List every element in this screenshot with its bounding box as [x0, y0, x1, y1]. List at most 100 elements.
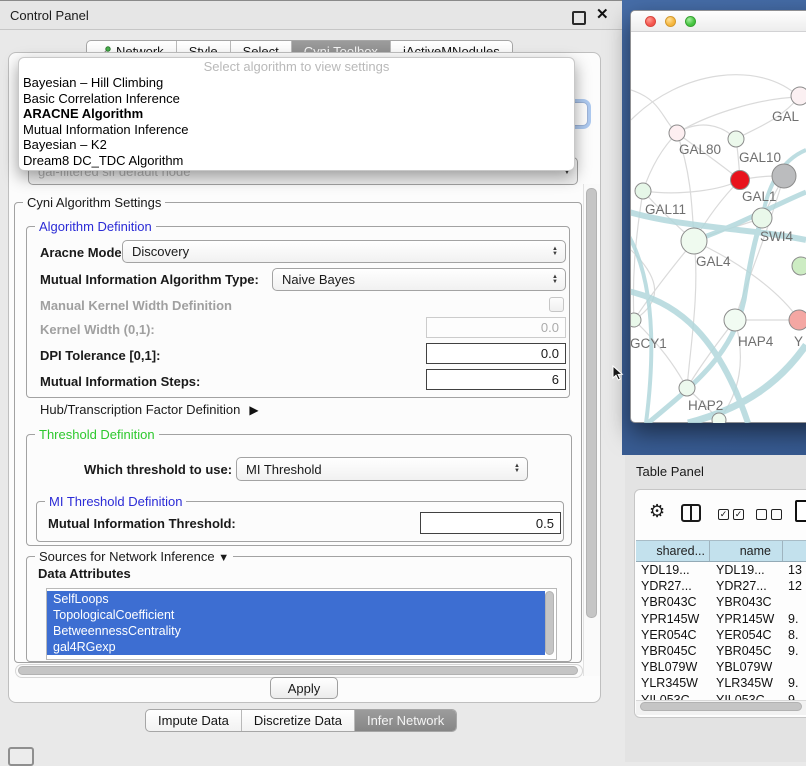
table-row[interactable]: YBL079W YBL079W	[636, 659, 806, 675]
column-header-partial[interactable]	[783, 541, 806, 561]
checked-checkbox-icon[interactable]: ✓	[733, 509, 744, 520]
table-row[interactable]: YLR345W YLR345W 9.	[636, 675, 806, 691]
cell-name: YBR045C	[711, 644, 783, 658]
cell-shared-name: YPR145W	[636, 612, 711, 626]
data-attributes-list[interactable]: SelfLoops TopologicalCoefficient Between…	[46, 588, 557, 660]
dropdown-item-basic-correlation[interactable]: Basic Correlation Inference	[19, 91, 574, 107]
mi-steps-field[interactable]: 6	[426, 369, 566, 390]
manual-kernel-width-label: Manual Kernel Width Definition	[40, 298, 232, 313]
manual-kernel-width-checkbox[interactable]	[549, 297, 564, 312]
cell-value: 9.	[783, 676, 806, 690]
list-item-topologicalcoefficient[interactable]: TopologicalCoefficient	[47, 607, 545, 623]
node-hap2[interactable]	[679, 380, 695, 396]
table-row[interactable]: YDR27... YDR27... 12	[636, 578, 806, 594]
sources-group-title: Sources for Network Inference ▼	[35, 549, 233, 566]
node-label: SWI4	[760, 229, 793, 244]
list-vertical-scrollbar[interactable]	[545, 591, 554, 655]
table-row[interactable]: YPR145W YPR145W 9.	[636, 611, 806, 627]
node-gray[interactable]	[772, 164, 796, 188]
node-gal1[interactable]	[731, 171, 750, 190]
cell-name: YDL19...	[711, 563, 783, 577]
checked-checkbox-icon[interactable]: ✓	[718, 509, 729, 520]
cell-value: 9.	[783, 612, 806, 626]
hub-definition-section[interactable]: Hub/Transcription Factor Definition ▶	[40, 402, 259, 417]
node-gal4[interactable]	[681, 228, 707, 254]
cell-shared-name: YDL19...	[636, 563, 711, 577]
node-gal80[interactable]	[669, 125, 685, 141]
network-window-titlebar[interactable]	[631, 11, 806, 32]
cell-shared-name: YBR043C	[636, 595, 711, 609]
node-label: GAL1	[742, 189, 777, 204]
mi-threshold-label: Mutual Information Threshold:	[48, 516, 236, 531]
sources-title-text: Sources for Network Inference	[39, 549, 215, 564]
list-item-gal4rgexp[interactable]: gal4RGexp	[47, 639, 545, 655]
table-row[interactable]: YDL19... YDL19... 13	[636, 562, 806, 578]
mi-threshold-field[interactable]: 0.5	[420, 512, 561, 534]
column-header-name[interactable]: name	[710, 541, 783, 561]
table-row[interactable]: YBR045C YBR045C 9.	[636, 643, 806, 659]
node-gal-top[interactable]	[791, 87, 806, 105]
minimized-panel-icon[interactable]	[8, 747, 34, 766]
table-body[interactable]: YDL19... YDL19... 13 YDR27... YDR27... 1…	[636, 562, 806, 700]
cyni-bottom-tabbar: Impute Data Discretize Data Infer Networ…	[145, 709, 457, 732]
table-hscroll-thumb[interactable]	[640, 702, 802, 711]
node-label: GAL10	[739, 150, 781, 165]
dropdown-item-dream8[interactable]: Dream8 DC_TDC Algorithm	[19, 153, 574, 169]
aracne-mode-combo[interactable]: Discovery ▲▼	[122, 240, 566, 263]
minimize-traffic-icon[interactable]	[665, 16, 676, 27]
unchecked-checkbox-icon[interactable]	[756, 509, 767, 520]
table-row[interactable]: YBR043C YBR043C	[636, 594, 806, 610]
dropdown-item-bayesian-hill-climbing[interactable]: Bayesian – Hill Climbing	[19, 75, 574, 91]
settings-vscroll-thumb[interactable]	[586, 188, 597, 618]
dropdown-item-aracne[interactable]: ARACNE Algorithm	[19, 106, 574, 122]
node-swi4[interactable]	[752, 208, 772, 228]
apply-button[interactable]: Apply	[270, 677, 338, 699]
dropdown-item-bayesian-k2[interactable]: Bayesian – K2	[19, 137, 574, 153]
node-bottom-partial[interactable]	[712, 413, 726, 423]
tab-discretize-data-label: Discretize Data	[254, 713, 342, 728]
node-hap4[interactable]	[724, 309, 746, 331]
hub-definition-label: Hub/Transcription Factor Definition	[40, 402, 240, 417]
node-gcy1[interactable]	[631, 313, 641, 327]
cell-name: YPR145W	[711, 612, 783, 626]
zoom-traffic-icon[interactable]	[685, 16, 696, 27]
cell-value: 9.	[783, 693, 806, 700]
node-gal10[interactable]	[728, 131, 744, 147]
split-columns-icon[interactable]	[681, 504, 701, 522]
which-threshold-combo[interactable]: MI Threshold ▲▼	[236, 457, 528, 481]
mi-algorithm-type-combo[interactable]: Naive Bayes ▲▼	[272, 268, 566, 291]
cell-value: 9.	[783, 644, 806, 658]
table-row[interactable]: YER054C YER054C 8.	[636, 627, 806, 643]
close-icon[interactable]: ✕	[596, 5, 609, 23]
dropdown-item-mutual-information[interactable]: Mutual Information Inference	[19, 122, 574, 138]
combo-arrows-icon: ▲▼	[514, 464, 520, 474]
which-threshold-label: Which threshold to use:	[84, 462, 232, 477]
network-graph[interactable]: GAL GAL80 GAL10 GAL1 GAL11 SWI4 GAL4 GCY…	[631, 32, 806, 423]
table-row[interactable]: YIL053C YIL053C 9.	[636, 692, 806, 701]
tab-impute-data[interactable]: Impute Data	[146, 710, 242, 731]
dropdown-placeholder: Select algorithm to view settings	[19, 58, 574, 75]
node-label: Y	[794, 334, 803, 349]
document-icon[interactable]	[795, 500, 806, 522]
gear-icon[interactable]: ⚙	[649, 501, 665, 522]
cell-name: YBR043C	[711, 595, 783, 609]
column-header-shared-name[interactable]: shared...	[636, 541, 710, 561]
dpi-tolerance-field[interactable]: 0.0	[426, 343, 566, 364]
list-item-betweennesscentrality[interactable]: BetweennessCentrality	[47, 623, 545, 639]
settings-hscroll-thumb[interactable]	[18, 666, 578, 675]
unchecked-checkbox-icon[interactable]	[771, 509, 782, 520]
tab-infer-network[interactable]: Infer Network	[355, 710, 456, 731]
aracne-mode-label: Aracne Mode:	[40, 245, 126, 260]
float-window-icon[interactable]	[572, 11, 586, 25]
kernel-width-field[interactable]: 0.0	[426, 317, 566, 338]
expanded-arrow-icon[interactable]: ▼	[218, 552, 229, 564]
tab-discretize-data[interactable]: Discretize Data	[242, 710, 355, 731]
node-gal11[interactable]	[635, 183, 651, 199]
list-item-selfloops[interactable]: SelfLoops	[47, 591, 545, 607]
close-traffic-icon[interactable]	[645, 16, 656, 27]
mi-threshold-value: 0.5	[536, 516, 554, 531]
node-salmon[interactable]	[789, 310, 806, 330]
node-green-partial[interactable]	[792, 257, 806, 275]
cyni-settings-group-title: Cyni Algorithm Settings	[23, 195, 165, 210]
cell-value: 8.	[783, 628, 806, 642]
